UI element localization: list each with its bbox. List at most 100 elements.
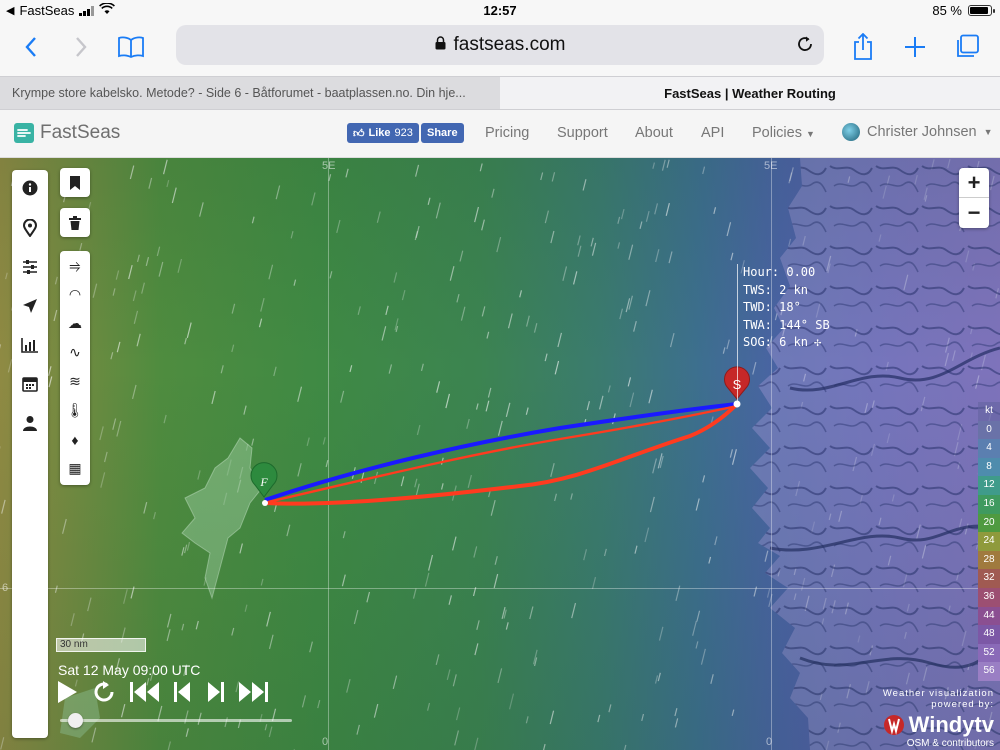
tab-baatplassen[interactable]: Krympe store kabelsko. Metode? - Side 6 … [0,77,500,109]
user-name: Christer Johnsen [867,124,977,140]
step-back-icon [174,682,190,702]
facebook-like-button[interactable]: 👍︎ Like 923 [347,123,419,143]
url-text: fastseas.com [453,34,566,55]
fast-rewind-button[interactable] [130,681,160,703]
bookmarks-button[interactable] [114,30,148,64]
windy-logo-icon [883,715,904,735]
route-info-panel: Hour: 0.00 TWS: 2 kn TWD: 18° TWA: 144° … [737,264,830,404]
wind-speed-legend: kt 0 4 8 12 16 20 24 28 32 36 44 48 52 56 [978,402,1000,681]
info-twd: TWD: 18° [743,300,801,314]
restart-icon [94,681,114,702]
facebook-share-button[interactable]: Share [421,123,464,143]
tab-fastseas[interactable]: FastSeas | Weather Routing [500,77,1000,109]
address-bar[interactable]: fastseas.com [176,25,824,65]
layer-waves-button[interactable]: ∿ [60,338,90,367]
share-icon [854,33,872,60]
zoom-in-button[interactable]: + [959,168,989,198]
profile-button[interactable] [12,408,48,438]
calendar-button[interactable] [12,369,48,399]
time-slider-track[interactable] [60,719,292,722]
status-right: 85 % [932,3,995,18]
tab-strip: Krympe store kabelsko. Metode? - Side 6 … [0,76,1000,110]
status-time: 12:57 [483,3,517,18]
windy-caption: powered by: [931,699,994,710]
lock-icon [435,34,446,56]
layer-temperature-button[interactable]: 🌡︎ [60,396,90,425]
time-slider-handle[interactable] [68,713,83,728]
info-tws: TWS: 2 kn [743,282,809,297]
wind-icon: ⥤ [69,257,81,273]
start-marker[interactable]: F [250,462,278,498]
nav-support[interactable]: Support [557,125,608,141]
map-pin-icon [23,219,37,237]
nav-api[interactable]: API [701,125,724,141]
legend-value: 4 [978,439,1000,458]
layer-clouds-button[interactable]: ☁︎ [60,309,90,338]
legend-value: 0 [978,420,1000,440]
new-tab-button[interactable] [898,30,932,64]
back-button[interactable] [14,30,48,64]
user-menu[interactable]: Christer Johnsen ▼ [842,123,993,141]
settings-button[interactable] [12,252,48,282]
grid-icon: ▦ [68,460,82,476]
tabs-icon [957,34,979,57]
info-sog: SOG: 6 kn [743,335,809,349]
layer-wind-button[interactable]: ⥤ [60,251,90,280]
avatar [842,123,860,141]
fast-forward-icon [239,682,268,702]
route-red[interactable] [264,402,739,506]
nav-policies[interactable]: Policies ▼ [752,125,815,141]
windy-logo[interactable]: Windytv [883,712,994,738]
gauge-icon: ◠ [68,286,82,302]
forecast-datetime: Sat 12 May 09:00 UTC [58,662,201,678]
brand-name: FastSeas [40,122,121,143]
fb-like-count: 923 [394,127,413,139]
bookmark-button[interactable] [60,168,90,197]
nav-pricing[interactable]: Pricing [485,125,529,141]
wave-icon: ∿ [69,344,81,360]
location-button[interactable] [12,213,48,243]
book-icon [118,36,144,58]
share-button[interactable] [846,30,880,64]
ios-status-bar: ◀ FastSeas 12:57 85 % [0,0,1000,22]
fast-forward-button[interactable] [238,681,268,703]
info-button[interactable] [12,173,48,203]
chevron-right-icon [76,37,87,57]
layer-grid-button[interactable]: ▦ [60,454,90,483]
reset-button[interactable] [92,680,116,704]
info-hour: Hour: 0.00 [743,265,816,279]
bookmark-icon [60,168,90,197]
legend-value: 24 [978,532,1000,551]
brand-logo[interactable]: FastSeas [14,122,120,144]
legend-value: 52 [978,643,1000,663]
play-button[interactable] [56,680,78,704]
step-forward-button[interactable] [206,681,224,703]
windy-attribution: Weather visualization powered by: Windyt… [883,688,994,749]
fastseas-logo-icon [14,123,34,143]
osm-attribution[interactable]: OSM & contributors [883,738,994,749]
reload-icon[interactable] [796,35,814,59]
navigate-button[interactable] [12,291,48,321]
legend-value: 32 [978,569,1000,588]
forward-button[interactable] [64,30,98,64]
tabs-button[interactable] [950,30,984,64]
statistics-button[interactable] [12,330,48,360]
zoom-out-button[interactable]: − [959,198,989,228]
start-marker-label: F [259,475,268,489]
delete-button[interactable] [60,208,90,237]
browser-toolbar: fastseas.com [0,22,1000,76]
layer-gusts-button[interactable]: ◠ [60,280,90,309]
nav-about[interactable]: About [635,125,673,141]
legend-value: 20 [978,513,1000,533]
legend-value: 28 [978,550,1000,570]
layer-swell-button[interactable]: ≋ [60,367,90,396]
windy-caption: Weather visualization [882,688,994,699]
plus-icon [905,37,925,57]
site-navbar: FastSeas 👍︎ Like 923 Share Pricing Suppo… [0,110,1000,158]
layer-rain-button[interactable]: ♦ [60,425,90,454]
step-forward-icon [208,682,224,702]
legend-value: 44 [978,606,1000,626]
step-back-button[interactable] [174,681,192,703]
raindrop-icon: ♦ [71,431,79,448]
info-sog-row: SOG: 6 kn ✢ [743,334,830,352]
